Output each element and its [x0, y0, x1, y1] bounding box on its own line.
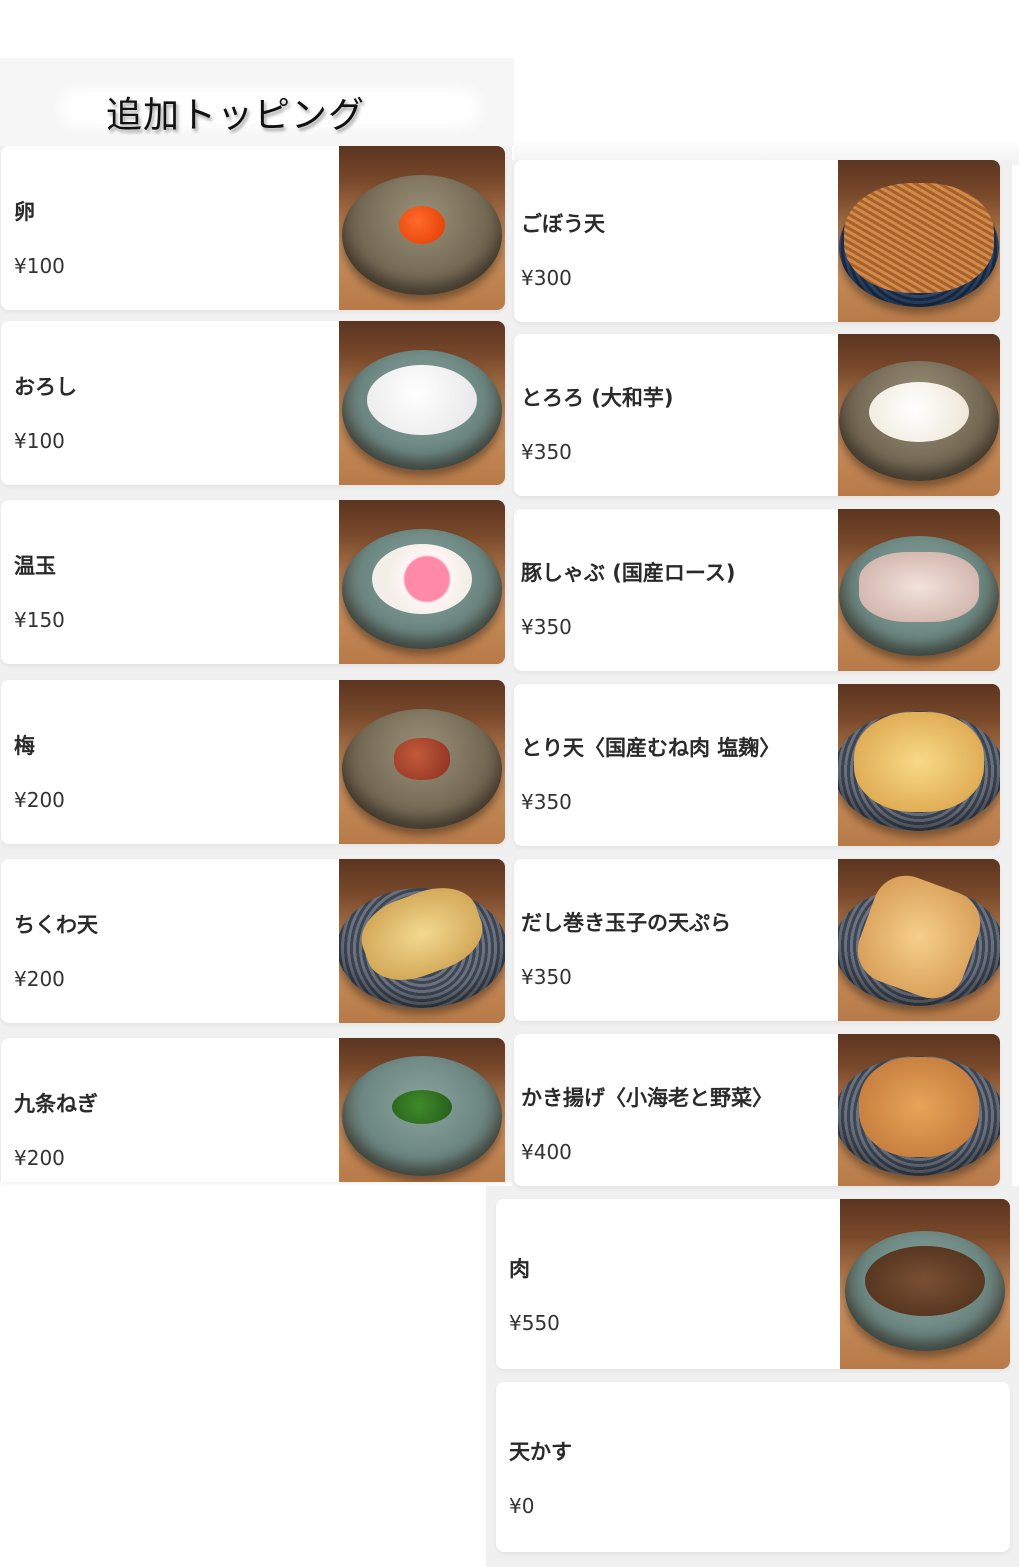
menu-item-photo — [339, 680, 505, 844]
menu-item-name: 梅 — [14, 734, 35, 758]
menu-item-name: ごぼう天 — [521, 212, 605, 236]
menu-item-price: ¥350 — [521, 615, 572, 639]
page-header: 追加トッピング — [0, 58, 514, 146]
menu-item-name: 九条ねぎ — [14, 1092, 98, 1116]
menu-item-card[interactable]: とり天〈国産むね肉 塩麹〉 ¥350 — [514, 684, 1000, 846]
menu-item-price: ¥150 — [14, 608, 65, 632]
menu-item-photo — [838, 509, 1000, 671]
menu-item-price: ¥350 — [521, 965, 572, 989]
menu-item-photo — [838, 859, 1000, 1021]
menu-item-price: ¥200 — [14, 788, 65, 812]
menu-item-name: 豚しゃぶ (国産ロース) — [521, 561, 736, 585]
food-illustration — [865, 1245, 985, 1316]
menu-item-card[interactable]: ちくわ天 ¥200 — [1, 859, 505, 1023]
menu-item-price: ¥550 — [509, 1311, 560, 1335]
menu-item-name: だし巻き玉子の天ぷら — [521, 911, 731, 935]
menu-item-card[interactable]: 温玉 ¥150 — [1, 500, 505, 664]
menu-item-photo — [840, 1199, 1010, 1369]
menu-item-photo — [339, 321, 505, 485]
food-illustration — [854, 711, 984, 812]
menu-item-photo — [339, 859, 505, 1023]
food-illustration — [394, 737, 450, 780]
menu-item-price: ¥200 — [14, 967, 65, 991]
menu-item-price: ¥200 — [14, 1146, 65, 1170]
menu-item-card[interactable]: かき揚げ〈小海老と野菜〉 ¥400 — [514, 1034, 1000, 1186]
menu-item-photo — [838, 160, 1000, 322]
menu-item-card[interactable]: 梅 ¥200 — [1, 680, 505, 844]
food-illustration — [392, 1090, 452, 1125]
page-title: 追加トッピング — [106, 95, 366, 136]
menu-item-name: かき揚げ〈小海老と野菜〉 — [521, 1086, 773, 1110]
food-illustration — [399, 205, 445, 244]
menu-item-price: ¥400 — [521, 1140, 572, 1164]
menu-item-photo — [339, 146, 505, 310]
menu-item-photo — [838, 684, 1000, 846]
menu-item-card[interactable]: 天かす ¥0 — [496, 1382, 1010, 1552]
food-illustration — [859, 1056, 979, 1157]
menu-item-card[interactable]: 肉 ¥550 — [496, 1199, 1010, 1369]
menu-item-card[interactable]: だし巻き玉子の天ぷら ¥350 — [514, 859, 1000, 1021]
menu-item-name: とろろ (大和芋) — [521, 386, 674, 410]
header-right-band — [514, 0, 1019, 165]
menu-item-name: 卵 — [14, 200, 35, 224]
menu-item-price: ¥300 — [521, 266, 572, 290]
menu-item-price: ¥350 — [521, 440, 572, 464]
menu-item-photo — [838, 1034, 1000, 1186]
food-illustration — [859, 551, 979, 622]
menu-item-card[interactable]: 卵 ¥100 — [1, 146, 505, 310]
food-illustration — [869, 381, 969, 442]
food-illustration — [372, 543, 472, 614]
food-illustration — [844, 182, 994, 293]
menu-item-price: ¥100 — [14, 254, 65, 278]
menu-item-photo — [838, 334, 1000, 496]
menu-item-name: 温玉 — [14, 554, 56, 578]
menu-item-card[interactable]: ごぼう天 ¥300 — [514, 160, 1000, 322]
menu-item-name: おろし — [14, 375, 77, 399]
menu-item-price: ¥100 — [14, 429, 65, 453]
food-illustration — [367, 364, 477, 435]
menu-item-name: 天かす — [509, 1440, 572, 1464]
menu-item-card[interactable]: とろろ (大和芋) ¥350 — [514, 334, 1000, 496]
menu-item-price: ¥350 — [521, 790, 572, 814]
menu-item-photo — [339, 500, 505, 664]
menu-item-photo — [339, 1038, 505, 1182]
menu-item-card[interactable]: 九条ねぎ ¥200 — [1, 1038, 505, 1182]
menu-item-card[interactable]: 豚しゃぶ (国産ロース) ¥350 — [514, 509, 1000, 671]
menu-item-price: ¥0 — [509, 1494, 535, 1518]
menu-item-card[interactable]: おろし ¥100 — [1, 321, 505, 485]
menu-item-name: とり天〈国産むね肉 塩麹〉 — [521, 736, 781, 760]
menu-item-name: ちくわ天 — [14, 913, 98, 937]
menu-item-name: 肉 — [509, 1257, 530, 1281]
